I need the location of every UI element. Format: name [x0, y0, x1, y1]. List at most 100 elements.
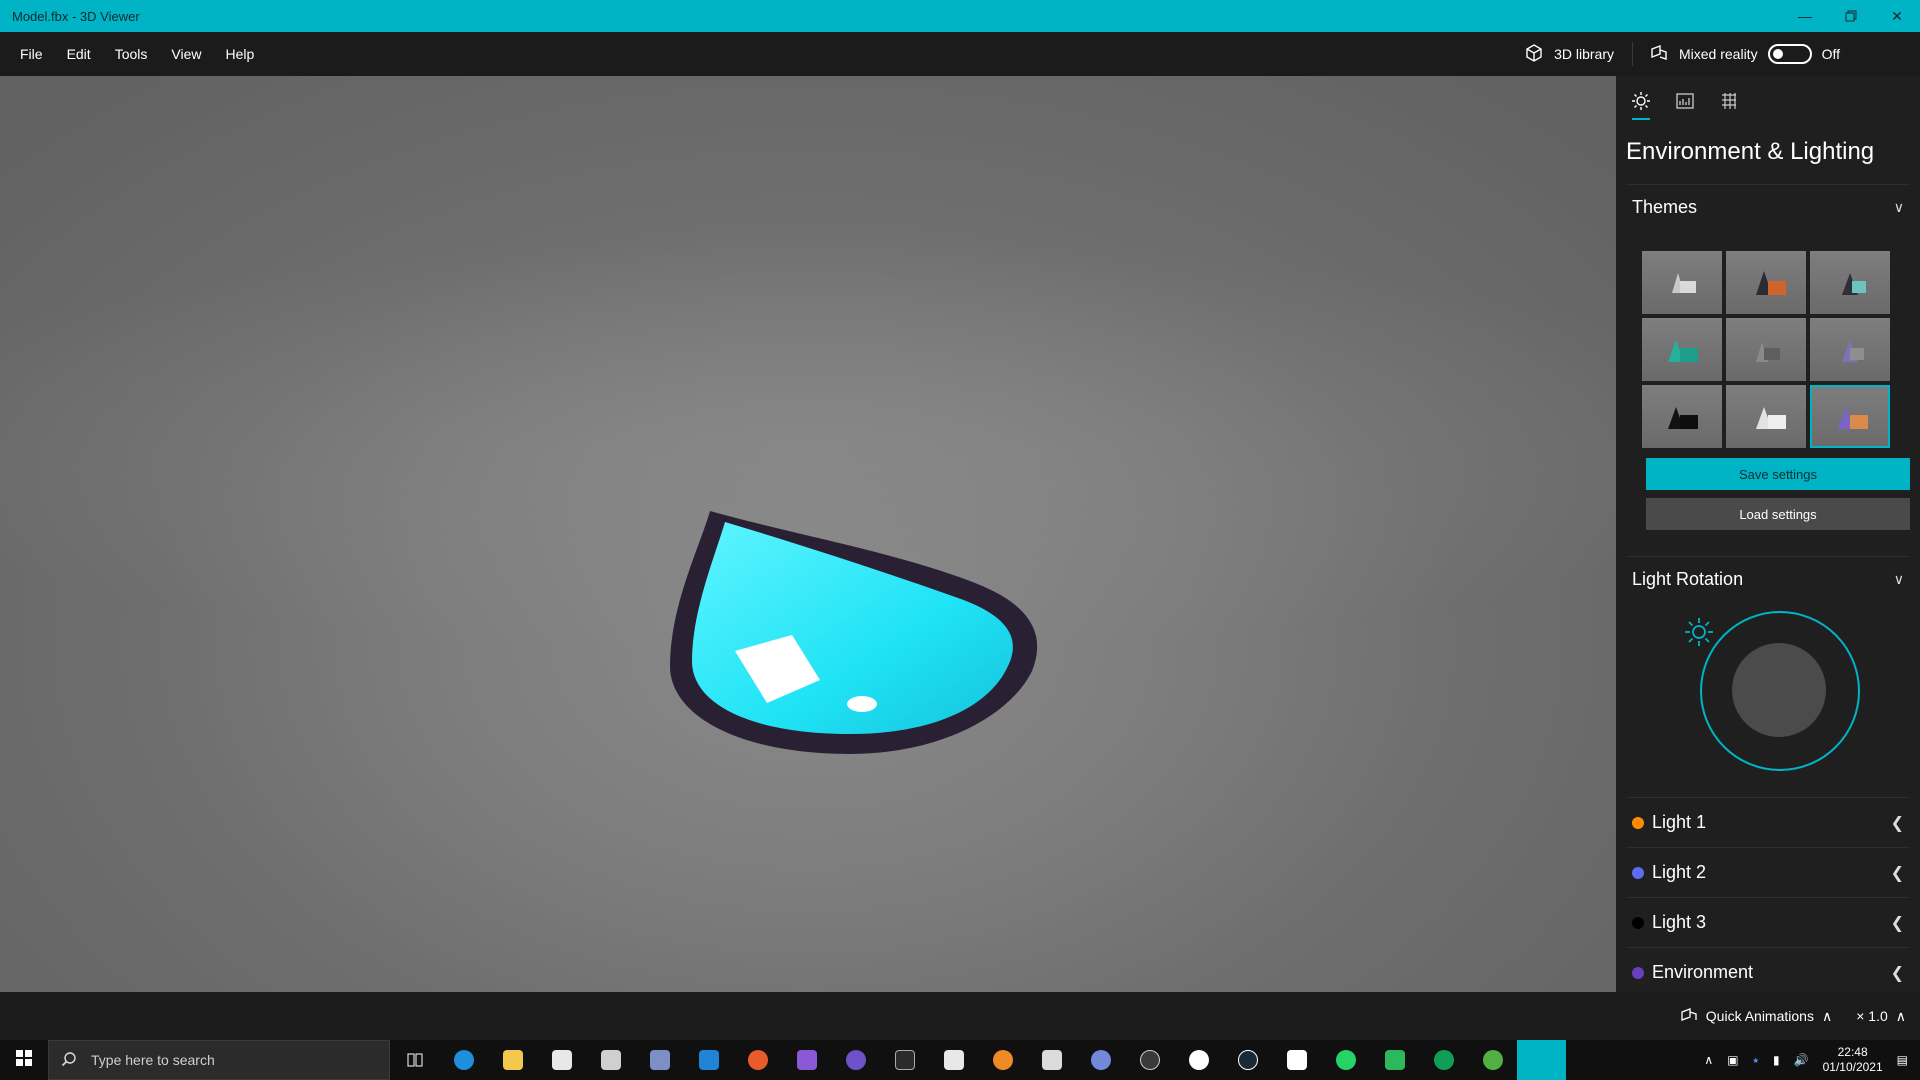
- environment-row[interactable]: Environment ❮: [1626, 947, 1910, 992]
- restore-icon[interactable]: [1828, 0, 1874, 32]
- git-icon[interactable]: [733, 1040, 782, 1080]
- load-settings-button[interactable]: Load settings: [1646, 498, 1910, 530]
- whatsapp-icon[interactable]: [1321, 1040, 1370, 1080]
- task-view-icon[interactable]: [390, 1040, 439, 1080]
- terminal-icon[interactable]: [880, 1040, 929, 1080]
- animation-icon: [1680, 1007, 1698, 1026]
- 3d-viewer-taskbar-icon[interactable]: [1517, 1040, 1566, 1080]
- quick-animations-label: Quick Animations: [1705, 1008, 1814, 1024]
- light-3-row[interactable]: Light 3 ❮: [1626, 897, 1910, 947]
- menu-help[interactable]: Help: [213, 46, 266, 62]
- light-rotation-section: Light Rotation ∨: [1626, 556, 1910, 777]
- start-button[interactable]: [0, 1040, 48, 1080]
- notification-icon[interactable]: ▤: [1897, 1053, 1908, 1067]
- store-icon[interactable]: [537, 1040, 586, 1080]
- network-app-icon[interactable]: [635, 1040, 684, 1080]
- tab-lighting[interactable]: [1626, 86, 1656, 120]
- volume-icon[interactable]: 🔊: [1794, 1053, 1809, 1067]
- menu-tools[interactable]: Tools: [103, 46, 160, 62]
- speed-control[interactable]: × 1.0 ∧: [1856, 1008, 1920, 1025]
- environment-label: Environment: [1652, 962, 1754, 982]
- search-icon: [61, 1051, 77, 1070]
- menu-file[interactable]: File: [8, 46, 55, 62]
- themes-grid: [1626, 229, 1910, 448]
- light-2-row[interactable]: Light 2 ❮: [1626, 847, 1910, 897]
- light-rotation-header[interactable]: Light Rotation ∨: [1626, 557, 1910, 601]
- sun-icon: [1631, 91, 1651, 116]
- theme-2[interactable]: [1726, 251, 1806, 314]
- menu-edit[interactable]: Edit: [55, 46, 103, 62]
- save-settings-button[interactable]: Save settings: [1646, 458, 1910, 490]
- 3d-viewport[interactable]: [0, 76, 1616, 992]
- theme-7[interactable]: [1642, 385, 1722, 448]
- system-tray: ∧ ▣ ⭑ ▮ 🔊 22:48 01/10/2021 ▤: [1704, 1040, 1920, 1080]
- chevron-left-icon: ❮: [1890, 814, 1904, 832]
- xbox-icon[interactable]: [1468, 1040, 1517, 1080]
- light-rotation-label: Light Rotation: [1632, 568, 1744, 589]
- file-explorer-icon[interactable]: [488, 1040, 537, 1080]
- chevron-down-icon: ∨: [1893, 198, 1904, 215]
- visual-studio-icon[interactable]: [782, 1040, 831, 1080]
- theme-5[interactable]: [1726, 318, 1806, 381]
- mixed-reality-toggle[interactable]: [1767, 44, 1812, 64]
- steam-icon[interactable]: [1223, 1040, 1272, 1080]
- chevron-up-icon[interactable]: ∧: [1704, 1053, 1713, 1067]
- obs-icon[interactable]: [1125, 1040, 1174, 1080]
- time: 22:48: [1837, 1045, 1868, 1059]
- search-placeholder: Type here to search: [91, 1052, 215, 1068]
- side-panel: Environment & Lighting Themes ∨ Save set…: [1616, 76, 1920, 992]
- light-3-color-dot: [1632, 916, 1644, 929]
- themes-section: Themes ∨ Save settings Load settings: [1626, 184, 1910, 530]
- rotation-sphere[interactable]: [1732, 643, 1826, 737]
- vs-code-icon[interactable]: [684, 1040, 733, 1080]
- unity-icon[interactable]: [1272, 1040, 1321, 1080]
- close-icon[interactable]: ✕: [1874, 0, 1920, 32]
- date: 01/10/2021: [1822, 1060, 1883, 1074]
- speed-label: × 1.0: [1856, 1008, 1888, 1024]
- gear-app-icon[interactable]: [1174, 1040, 1223, 1080]
- github-icon[interactable]: [831, 1040, 880, 1080]
- theme-4[interactable]: [1642, 318, 1722, 381]
- bluetooth-icon[interactable]: ⭑: [1753, 1053, 1759, 1068]
- light-handle-sun-icon[interactable]: [1682, 615, 1716, 654]
- blender-icon[interactable]: [978, 1040, 1027, 1080]
- light-rotation-control[interactable]: [1626, 601, 1920, 777]
- discord-icon[interactable]: [1076, 1040, 1125, 1080]
- hangouts-icon[interactable]: [1419, 1040, 1468, 1080]
- 3d-library-button[interactable]: 3D library: [1514, 42, 1633, 66]
- battery-icon[interactable]: ▮: [1773, 1053, 1780, 1067]
- excel-icon[interactable]: [929, 1040, 978, 1080]
- 3d-library-label: 3D library: [1554, 46, 1614, 62]
- tab-stats[interactable]: [1670, 86, 1700, 120]
- network-icon[interactable]: ▣: [1727, 1053, 1738, 1067]
- clock[interactable]: 22:48 01/10/2021: [1823, 1045, 1883, 1075]
- theme-3[interactable]: [1810, 251, 1890, 314]
- mail-icon[interactable]: [586, 1040, 635, 1080]
- chat-app-icon[interactable]: [1370, 1040, 1419, 1080]
- chevron-down-icon: ∨: [1893, 570, 1904, 587]
- document-app-icon[interactable]: [1027, 1040, 1076, 1080]
- light-2-label: Light 2: [1652, 862, 1707, 882]
- theme-6[interactable]: [1810, 318, 1890, 381]
- chevron-left-icon: ❮: [1890, 864, 1904, 882]
- minimize-icon[interactable]: —: [1782, 0, 1828, 32]
- 3d-model[interactable]: [640, 416, 1040, 796]
- menu-bar: File Edit Tools View Help 3D library Mix…: [0, 32, 1920, 76]
- light-1-row[interactable]: Light 1 ❮: [1626, 797, 1910, 847]
- taskbar-search[interactable]: Type here to search: [48, 1040, 390, 1080]
- mixed-reality-state: Off: [1821, 46, 1840, 62]
- light-3-label: Light 3: [1652, 912, 1707, 932]
- quick-animations-button[interactable]: Quick Animations ∧: [1680, 1007, 1856, 1026]
- windows-logo-icon: [16, 1049, 32, 1071]
- theme-1[interactable]: [1642, 251, 1722, 314]
- menu-view[interactable]: View: [159, 46, 213, 62]
- theme-9-selected[interactable]: [1810, 385, 1890, 448]
- taskbar: Type here to search ∧ ▣ ⭑ ▮ 🔊 22:48 01/1…: [0, 1040, 1920, 1080]
- edge-icon[interactable]: [439, 1040, 488, 1080]
- themes-header[interactable]: Themes ∨: [1626, 185, 1910, 229]
- theme-8[interactable]: [1726, 385, 1806, 448]
- tab-grid[interactable]: [1714, 86, 1744, 120]
- mixed-reality-label: Mixed reality: [1678, 46, 1758, 62]
- bottom-bar: Quick Animations ∧ × 1.0 ∧: [0, 992, 1920, 1040]
- chevron-left-icon: ❮: [1890, 914, 1904, 932]
